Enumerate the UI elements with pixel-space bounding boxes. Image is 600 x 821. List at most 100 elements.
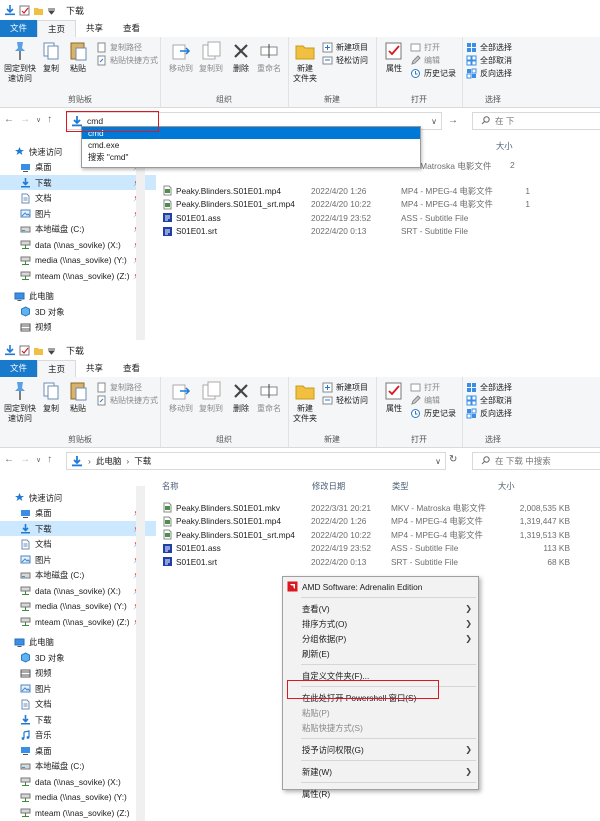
sidebar-item[interactable]: mteam (\\nas_sovike) (Z:)📌 [0, 614, 156, 629]
autocomplete-item[interactable]: cmd [82, 127, 420, 139]
sidebar-item[interactable]: 3D 对象 [0, 650, 156, 665]
sidebar-item[interactable]: 音乐 [0, 728, 156, 743]
sidebar-item[interactable]: 此电脑 [0, 635, 150, 650]
new-folder-button[interactable]: 新建 文件夹 [290, 40, 320, 84]
sidebar-item[interactable]: 本地磁盘 (C:)📌 [0, 222, 156, 237]
sidebar-item[interactable]: data (\\nas_sovike) (X:) [0, 774, 156, 789]
sidebar-item[interactable]: data (\\nas_sovike) (X:)📌 [0, 583, 156, 598]
context-menu-item[interactable]: AMD Software: Adrenalin Edition [283, 579, 478, 594]
context-menu-item[interactable]: 粘贴快捷方式(S) [283, 720, 478, 735]
column-type-header[interactable]: 类型 [392, 480, 409, 492]
pin-quick-access-button[interactable]: 固定到快 速访问 [2, 380, 38, 424]
context-menu-item[interactable]: 自定义文件夹(F)... [283, 668, 478, 683]
sidebar-scrollbar[interactable] [136, 140, 145, 340]
sidebar-item[interactable]: 图片📌 [0, 552, 156, 567]
breadcrumb-this-pc[interactable]: 此电脑 [96, 455, 122, 467]
sidebar-item[interactable]: 图片📌 [0, 206, 156, 221]
new-folder-quick-icon[interactable] [33, 345, 44, 356]
context-menu-item[interactable]: 粘贴(P) [283, 705, 478, 720]
properties-button[interactable]: 属性 [380, 380, 408, 414]
history-button[interactable]: 历史记录 [410, 68, 456, 79]
back-arrow-icon[interactable]: ← [4, 114, 14, 125]
address-input-text[interactable]: cmd [87, 116, 103, 126]
copy-button[interactable]: 复制 [38, 380, 64, 414]
sidebar-item[interactable]: 快速访问 [0, 490, 150, 505]
forward-arrow-icon[interactable]: → [20, 114, 30, 125]
context-menu-item[interactable]: 新建(W) ❯ [283, 764, 478, 779]
file-row[interactable]: Peaky.Blinders.S01E01_srt.mp4 2022/4/20 1… [160, 198, 600, 211]
recent-dropdown-icon[interactable]: ∨ [36, 116, 41, 124]
invert-selection-button[interactable]: 反向选择 [466, 68, 512, 79]
quick-access-toolbar-dropdown-icon[interactable] [47, 6, 56, 15]
paste-button[interactable]: 粘贴 [64, 380, 92, 414]
move-to-button[interactable]: 移动到 [166, 380, 196, 414]
refresh-icon[interactable]: ↻ [449, 454, 457, 465]
up-arrow-icon[interactable]: ↑ [47, 114, 52, 125]
easy-access-button[interactable]: 轻松访问 [322, 395, 368, 406]
history-button[interactable]: 历史记录 [410, 408, 456, 419]
sidebar-item[interactable]: 此电脑 [0, 289, 150, 304]
column-size-header[interactable]: 大小 [498, 480, 515, 492]
new-folder-button[interactable]: 新建 文件夹 [290, 380, 320, 424]
file-row[interactable]: S01E01.srt 2022/4/20 0:13 SRT - Subtitle F… [160, 555, 600, 568]
tab-home[interactable]: 主页 [37, 20, 77, 38]
sidebar-item[interactable]: mteam (\\nas_sovike) (Z:) [0, 805, 156, 820]
new-item-button[interactable]: 新建项目 [322, 42, 368, 53]
context-menu-item[interactable]: 查看(V) ❯ [283, 601, 478, 616]
forward-arrow-icon[interactable]: → [20, 454, 30, 465]
sidebar-item[interactable]: 文档📌 [0, 191, 156, 206]
properties-button[interactable]: 属性 [380, 40, 408, 74]
autocomplete-item[interactable]: cmd.exe [82, 139, 420, 151]
go-arrow-icon[interactable]: → [448, 115, 458, 126]
paste-shortcut-button[interactable]: 粘贴快捷方式 [96, 55, 158, 66]
sidebar-item[interactable]: 视频 [0, 666, 156, 681]
context-menu-item[interactable]: 分组依据(P) ❯ [283, 631, 478, 646]
move-to-button[interactable]: 移动到 [166, 40, 196, 74]
tab-home[interactable]: 主页 [37, 360, 77, 378]
file-row[interactable]: S01E01.ass 2022/4/19 23:52 ASS - Subtitle … [160, 211, 600, 224]
new-item-button[interactable]: 新建项目 [322, 382, 368, 393]
select-none-button[interactable]: 全部取消 [466, 55, 512, 66]
sidebar-item[interactable]: 图片 [0, 681, 156, 696]
context-menu-item[interactable]: 授予访问权限(G) ❯ [283, 742, 478, 757]
sidebar-item[interactable]: 下载📌 [0, 175, 156, 190]
address-dropdown-chevron-icon[interactable]: ∨ [431, 117, 437, 126]
address-bar[interactable]: › 此电脑 › 下载 ∨ [66, 452, 446, 470]
column-name-header[interactable]: 名称 [162, 480, 179, 492]
address-dropdown-chevron-icon[interactable]: ∨ [435, 457, 441, 466]
tab-file[interactable]: 文件 [0, 20, 38, 37]
context-menu-item[interactable]: 属性(R) [283, 786, 478, 801]
copy-to-button[interactable]: 复制到 [196, 40, 226, 74]
context-menu-item[interactable]: 排序方式(O) ❯ [283, 616, 478, 631]
sidebar-item[interactable]: 文档 [0, 697, 156, 712]
rename-button[interactable]: 重命名 [254, 40, 284, 74]
sidebar-item[interactable]: 本地磁盘 (C:)📌 [0, 568, 156, 583]
file-row[interactable]: Peaky.Blinders.S01E01_srt.mp4 2022/4/20 1… [160, 528, 600, 541]
properties-quick-icon[interactable] [19, 5, 30, 16]
open-button[interactable]: 打开 [410, 42, 440, 53]
file-row[interactable]: Peaky.Blinders.S01E01.mkv 2022/3/31 20:21… [160, 501, 600, 514]
invert-selection-button[interactable]: 反向选择 [466, 408, 512, 419]
sidebar-item[interactable]: media (\\nas_sovike) (Y:)📌 [0, 599, 156, 614]
delete-button[interactable]: 删除 [228, 40, 254, 74]
copy-button[interactable]: 复制 [38, 40, 64, 74]
properties-quick-icon[interactable] [19, 345, 30, 356]
column-date-header[interactable]: 修改日期 [312, 480, 345, 492]
new-folder-quick-icon[interactable] [33, 5, 44, 16]
paste-shortcut-button[interactable]: 粘贴快捷方式 [96, 395, 158, 406]
pin-quick-access-button[interactable]: 固定到快 速访问 [2, 40, 38, 84]
sidebar-item[interactable]: data (\\nas_sovike) (X:)📌 [0, 237, 156, 252]
rename-button[interactable]: 重命名 [254, 380, 284, 414]
recent-dropdown-icon[interactable]: ∨ [36, 456, 41, 464]
tab-share[interactable]: 共享 [76, 20, 113, 37]
select-none-button[interactable]: 全部取消 [466, 395, 512, 406]
open-button[interactable]: 打开 [410, 382, 440, 393]
sidebar-item[interactable]: 桌面 [0, 743, 156, 758]
column-size-header[interactable]: 大小 [496, 140, 513, 152]
select-all-button[interactable]: 全部选择 [466, 42, 512, 53]
copy-to-button[interactable]: 复制到 [196, 380, 226, 414]
tab-view[interactable]: 查看 [113, 20, 150, 37]
context-menu-item[interactable]: 刷新(E) [283, 646, 478, 661]
file-row[interactable]: S01E01.ass 2022/4/19 23:52 ASS - Subtitle … [160, 542, 600, 555]
sidebar-item[interactable]: 文档📌 [0, 537, 156, 552]
